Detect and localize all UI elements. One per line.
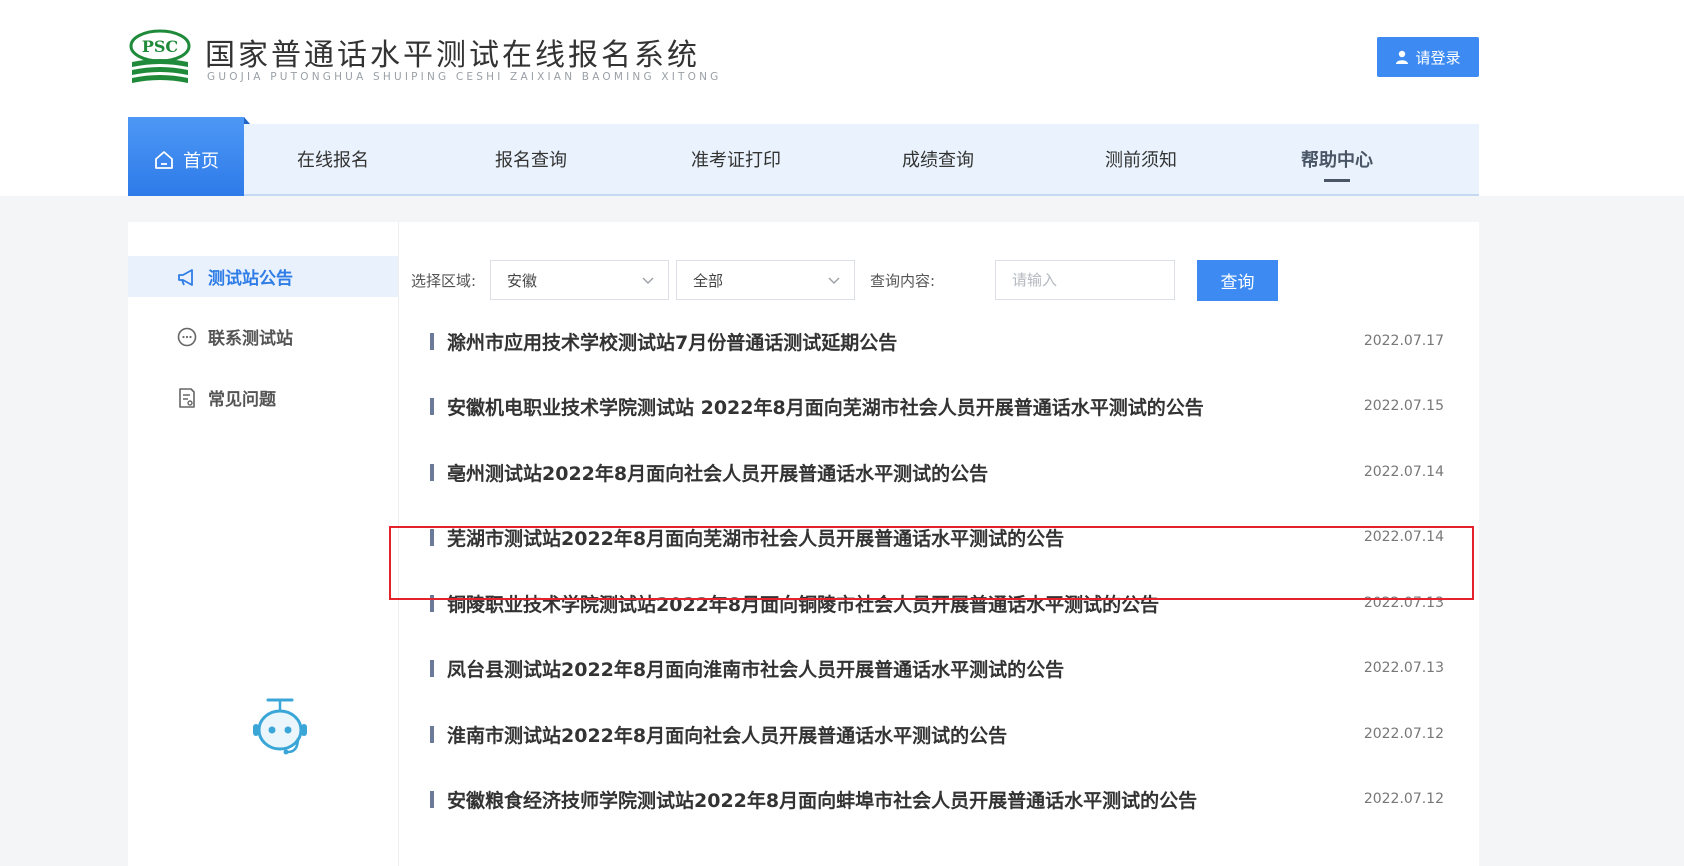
announcement-date: 2022.07.14 [1363,464,1444,480]
announcement-item[interactable]: 芜湖市测试站2022年8月面向芜湖市社会人员开展普通话水平测试的公告 2022.… [430,521,1444,553]
list-marker [430,595,434,612]
announcement-title: 安徽粮食经济技师学院测试站2022年8月面向蚌埠市社会人员开展普通话水平测试的公… [447,789,1198,812]
announcement-item[interactable]: 凤台县测试站2022年8月面向淮南市社会人员开展普通话水平测试的公告 2022.… [430,652,1444,684]
announcement-date: 2022.07.12 [1363,726,1444,742]
announcement-date: 2022.07.17 [1363,333,1444,349]
query-label: 查询内容: [870,271,936,290]
announcement-item[interactable]: 淮南市测试站2022年8月面向社会人员开展普通话水平测试的公告 2022.07.… [430,718,1444,750]
announcement-item[interactable]: 铜陵职业技术学院测试站2022年8月面向铜陵市社会人员开展普通话水平测试的公告 … [430,587,1444,619]
nav-item-admission-ticket[interactable]: 准考证打印 [666,124,806,194]
nav-item-help-center[interactable]: 帮助中心 [1277,124,1397,194]
announcement-title: 安徽机电职业技术学院测试站 2022年8月面向芜湖市社会人员开展普通话水平测试的… [447,396,1204,419]
list-marker [430,398,434,415]
list-marker [430,791,434,808]
scope-select[interactable]: 全部 [676,260,855,300]
announcement-title: 铜陵职业技术学院测试站2022年8月面向铜陵市社会人员开展普通话水平测试的公告 [447,593,1160,616]
main-nav: 首页 在线报名 报名查询 准考证打印 成绩查询 测前须知 帮助中心 [128,117,1479,196]
nav-item-score-query[interactable]: 成绩查询 [878,124,998,194]
list-marker [430,464,434,481]
list-marker [430,529,434,546]
psc-logo: PSC [129,29,191,83]
announcement-date: 2022.07.13 [1363,660,1444,676]
announcement-date: 2022.07.15 [1363,398,1444,414]
sidebar-item-label: 常见问题 [208,390,276,410]
region-select-value: 安徽 [507,271,538,290]
sidebar: 测试站公告 联系测试站 常见问题 [128,222,399,866]
list-marker [430,333,434,350]
robot-assistant-icon[interactable] [250,694,310,760]
announcement-title: 亳州测试站2022年8月面向社会人员开展普通话水平测试的公告 [447,462,989,485]
announcement-title: 淮南市测试站2022年8月面向社会人员开展普通话水平测试的公告 [447,724,1008,747]
site-subtitle: GUOJIA PUTONGHUA SHUIPING CESHI ZAIXIAN … [207,71,722,83]
sidebar-item-contact[interactable]: 联系测试站 [128,316,398,357]
announcement-title: 凤台县测试站2022年8月面向淮南市社会人员开展普通话水平测试的公告 [447,658,1065,681]
nav-label: 帮助中心 [1301,150,1373,171]
announcement-title: 滁州市应用技术学校测试站7月份普通话测试延期公告 [447,331,898,354]
svg-text:PSC: PSC [142,37,178,56]
chevron-down-icon [642,277,654,284]
region-label: 选择区域: [411,271,477,290]
announcement-item[interactable]: 安徽粮食经济技师学院测试站2022年8月面向蚌埠市社会人员开展普通话水平测试的公… [430,783,1444,815]
active-tab-indicator [1324,179,1350,182]
announcement-item[interactable]: 安徽机电职业技术学院测试站 2022年8月面向芜湖市社会人员开展普通话水平测试的… [430,390,1444,422]
query-button[interactable]: 查询 [1197,260,1278,301]
document-icon [179,387,195,408]
site-title: 国家普通话水平测试在线报名系统 [205,38,700,73]
tab-corner-decoration [244,117,250,124]
nav-item-pre-test-notice[interactable]: 测前须知 [1081,124,1201,194]
nav-item-home[interactable]: 首页 [128,117,250,196]
nav-label: 首页 [183,151,219,172]
announcement-date: 2022.07.13 [1363,595,1444,611]
sidebar-item-faq[interactable]: 常见问题 [128,377,398,418]
chevron-down-icon [828,277,840,284]
announcement-title: 芜湖市测试站2022年8月面向芜湖市社会人员开展普通话水平测试的公告 [447,527,1065,550]
announcement-date: 2022.07.12 [1363,791,1444,807]
megaphone-icon [178,268,193,286]
sidebar-item-label: 测试站公告 [208,269,293,289]
chat-icon [177,327,197,346]
login-label: 请登录 [1415,48,1461,67]
scope-select-value: 全部 [693,271,724,290]
search-input[interactable] [995,260,1175,300]
announcement-item[interactable]: 亳州测试站2022年8月面向社会人员开展普通话水平测试的公告 2022.07.1… [430,456,1444,488]
nav-item-registration-query[interactable]: 报名查询 [471,124,591,194]
announcement-date: 2022.07.14 [1363,529,1444,545]
sidebar-item-announcements[interactable]: 测试站公告 [128,256,398,297]
sidebar-item-label: 联系测试站 [208,329,293,349]
list-marker [430,726,434,743]
login-button[interactable]: 请登录 [1377,37,1479,77]
region-select[interactable]: 安徽 [490,260,669,300]
home-icon [155,151,173,169]
announcement-item[interactable]: 滁州市应用技术学校测试站7月份普通话测试延期公告 2022.07.17 [430,325,1444,357]
nav-item-online-registration[interactable]: 在线报名 [273,124,393,194]
user-icon [1396,50,1409,64]
list-marker [430,660,434,677]
